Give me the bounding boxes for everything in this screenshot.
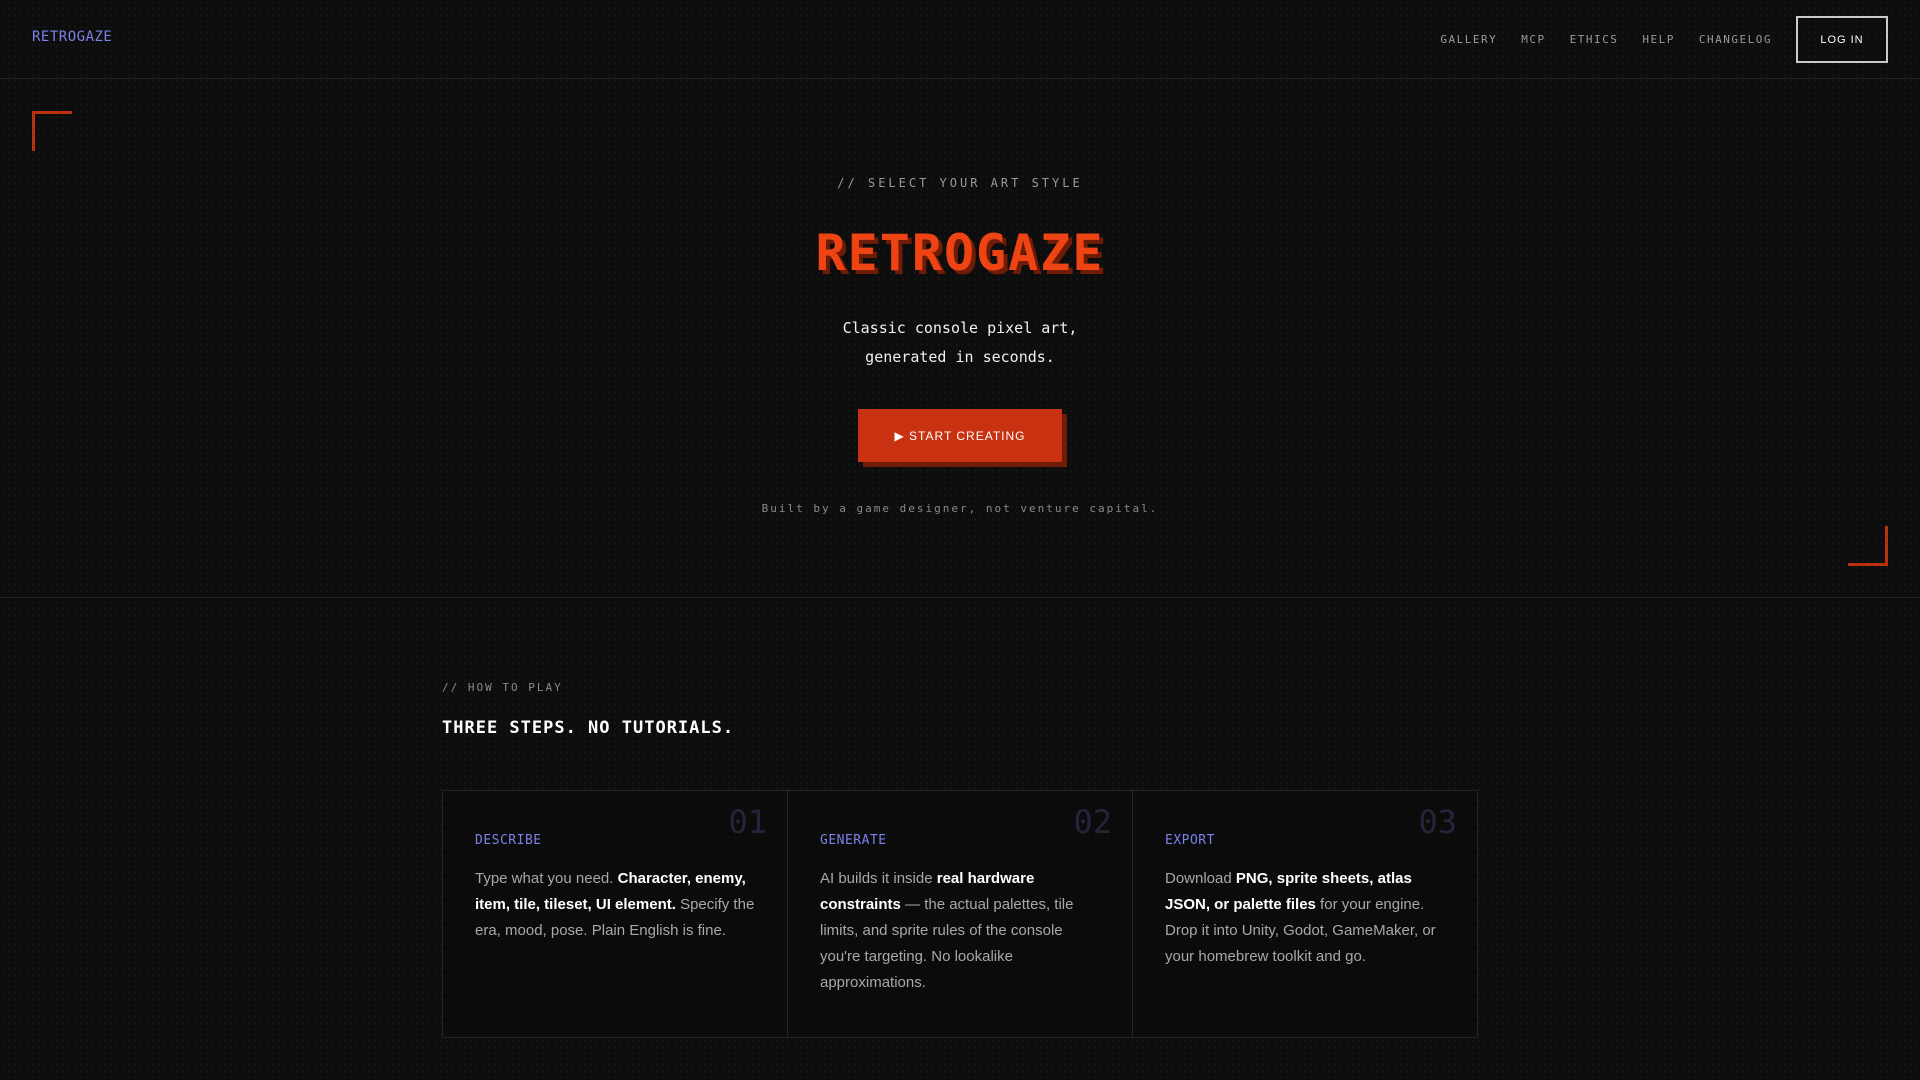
how-to-play-eyebrow: // HOW TO PLAY (442, 681, 563, 694)
hero-eyebrow: // SELECT YOUR ART STYLE (837, 176, 1083, 190)
step-number: 01 (728, 803, 767, 841)
how-to-play-title: THREE STEPS. NO TUTORIALS. (442, 718, 735, 738)
step-card-describe: 01 DESCRIBE Type what you need. Characte… (443, 791, 788, 1037)
step-label: EXPORT (1165, 833, 1215, 848)
main-nav: GALLERY MCP ETHICS HELP CHANGELOG LOG IN (1416, 16, 1888, 63)
step-card-export: 03 EXPORT Download PNG, sprite sheets, a… (1133, 791, 1477, 1037)
corner-bracket-top-left (32, 111, 72, 151)
nav-link-ethics[interactable]: ETHICS (1570, 33, 1619, 46)
step-label: GENERATE (820, 833, 887, 848)
tagline-line-1: Classic console pixel art, (842, 319, 1078, 337)
start-creating-button[interactable]: ▶ START CREATING (858, 409, 1062, 462)
nav-link-mcp[interactable]: MCP (1521, 33, 1545, 46)
step-card-generate: 02 GENERATE AI builds it inside real har… (788, 791, 1133, 1037)
step-label: DESCRIBE (475, 833, 542, 848)
step-number: 02 (1073, 803, 1112, 841)
brand-logo-link[interactable]: RETROGAZE (32, 29, 112, 45)
nav-link-changelog[interactable]: CHANGELOG (1699, 33, 1772, 46)
step-description: AI builds it inside real hardware constr… (820, 870, 1074, 991)
tagline-line-2: generated in seconds. (865, 348, 1055, 366)
nav-link-gallery[interactable]: GALLERY (1440, 33, 1497, 46)
step-number: 03 (1418, 803, 1457, 841)
built-by-note: Built by a game designer, not venture ca… (761, 502, 1159, 515)
site-header: RETROGAZE GALLERY MCP ETHICS HELP CHANGE… (0, 0, 1920, 79)
hero-tagline: Classic console pixel art, generated in … (0, 314, 1920, 372)
step-description: Type what you need. Character, enemy, it… (475, 870, 755, 939)
step-description: Download PNG, sprite sheets, atlas JSON,… (1165, 870, 1436, 965)
steps-grid: 01 DESCRIBE Type what you need. Characte… (442, 790, 1478, 1038)
section-divider (0, 597, 1920, 598)
login-button[interactable]: LOG IN (1796, 16, 1888, 63)
nav-link-help[interactable]: HELP (1642, 33, 1675, 46)
corner-bracket-bottom-right (1848, 526, 1888, 566)
hero-title: RETROGAZE (815, 224, 1105, 282)
